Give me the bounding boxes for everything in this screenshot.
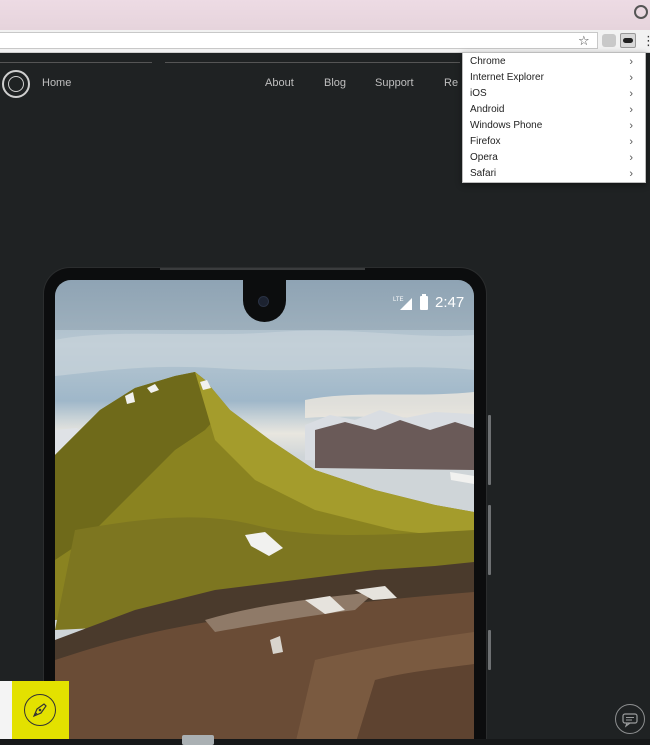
side-panel-edge <box>0 681 12 739</box>
chat-button[interactable] <box>615 704 645 734</box>
menu-item-windows-phone[interactable]: Windows Phone › <box>463 118 645 134</box>
menu-item-firefox[interactable]: Firefox › <box>463 134 645 150</box>
chevron-right-icon: › <box>629 72 633 84</box>
menu-item-label: Internet Explorer <box>470 72 544 83</box>
chevron-right-icon: › <box>629 88 633 100</box>
menu-item-internet-explorer[interactable]: Internet Explorer › <box>463 70 645 86</box>
site-logo-icon[interactable] <box>2 70 30 98</box>
menu-item-safari[interactable]: Safari › <box>463 166 645 182</box>
chevron-right-icon: › <box>629 120 633 132</box>
nav-partial-link[interactable]: Re <box>444 77 458 89</box>
phone-side-button <box>488 505 491 575</box>
browser-toolbar: ☆ ⋮ <box>0 30 650 53</box>
menu-item-label: iOS <box>470 88 487 99</box>
menu-item-label: Opera <box>470 152 498 163</box>
menu-item-label: Safari <box>470 168 497 179</box>
user-agent-menu: Chrome › Internet Explorer › iOS › Android ›… <box>462 52 646 183</box>
cloud-extension-icon[interactable] <box>602 34 616 47</box>
menu-item-label: Firefox <box>470 136 501 147</box>
pen-nib-icon <box>24 694 56 726</box>
nav-blog[interactable]: Blog <box>324 77 346 89</box>
nav-home[interactable]: Home <box>42 77 71 89</box>
menu-item-opera[interactable]: Opera › <box>463 150 645 166</box>
bookmark-star-icon[interactable]: ☆ <box>578 32 590 49</box>
chevron-right-icon: › <box>629 104 633 116</box>
phone-screen: LTE 2:47 <box>55 280 474 745</box>
user-agent-switcher-icon[interactable] <box>620 33 636 48</box>
menu-item-android[interactable]: Android › <box>463 102 645 118</box>
menu-item-chrome[interactable]: Chrome › <box>463 54 645 70</box>
address-bar[interactable] <box>0 32 598 49</box>
mask-icon <box>623 38 633 43</box>
chevron-right-icon: › <box>629 152 633 164</box>
browser-menu-icon[interactable]: ⋮ <box>642 33 650 48</box>
menu-item-label: Android <box>470 104 505 115</box>
menu-item-ios[interactable]: iOS › <box>463 86 645 102</box>
phone-side-button <box>488 415 491 485</box>
chevron-right-icon: › <box>629 168 633 180</box>
nav-about[interactable]: About <box>265 77 294 89</box>
menu-item-label: Chrome <box>470 56 506 67</box>
mountain-wallpaper <box>55 330 474 745</box>
chevron-right-icon: › <box>629 136 633 148</box>
menu-item-label: Windows Phone <box>470 120 543 131</box>
status-time: 2:47 <box>435 294 465 311</box>
nav-support[interactable]: Support <box>375 77 414 89</box>
battery-icon <box>420 294 428 310</box>
front-camera-icon <box>259 297 268 306</box>
page-bottom-bar <box>0 739 650 745</box>
camera-notch <box>243 280 286 322</box>
edit-badge[interactable] <box>12 681 69 739</box>
scroll-indicator <box>182 735 214 745</box>
chat-bubble-icon <box>622 713 638 728</box>
phone-side-button <box>488 630 491 670</box>
signal-icon <box>400 298 412 310</box>
profile-icon[interactable] <box>634 5 648 19</box>
header-divider <box>0 62 152 63</box>
browser-title-bar <box>0 0 650 30</box>
chevron-right-icon: › <box>629 56 633 68</box>
phone-top-edge <box>160 268 365 270</box>
header-divider <box>165 62 460 63</box>
